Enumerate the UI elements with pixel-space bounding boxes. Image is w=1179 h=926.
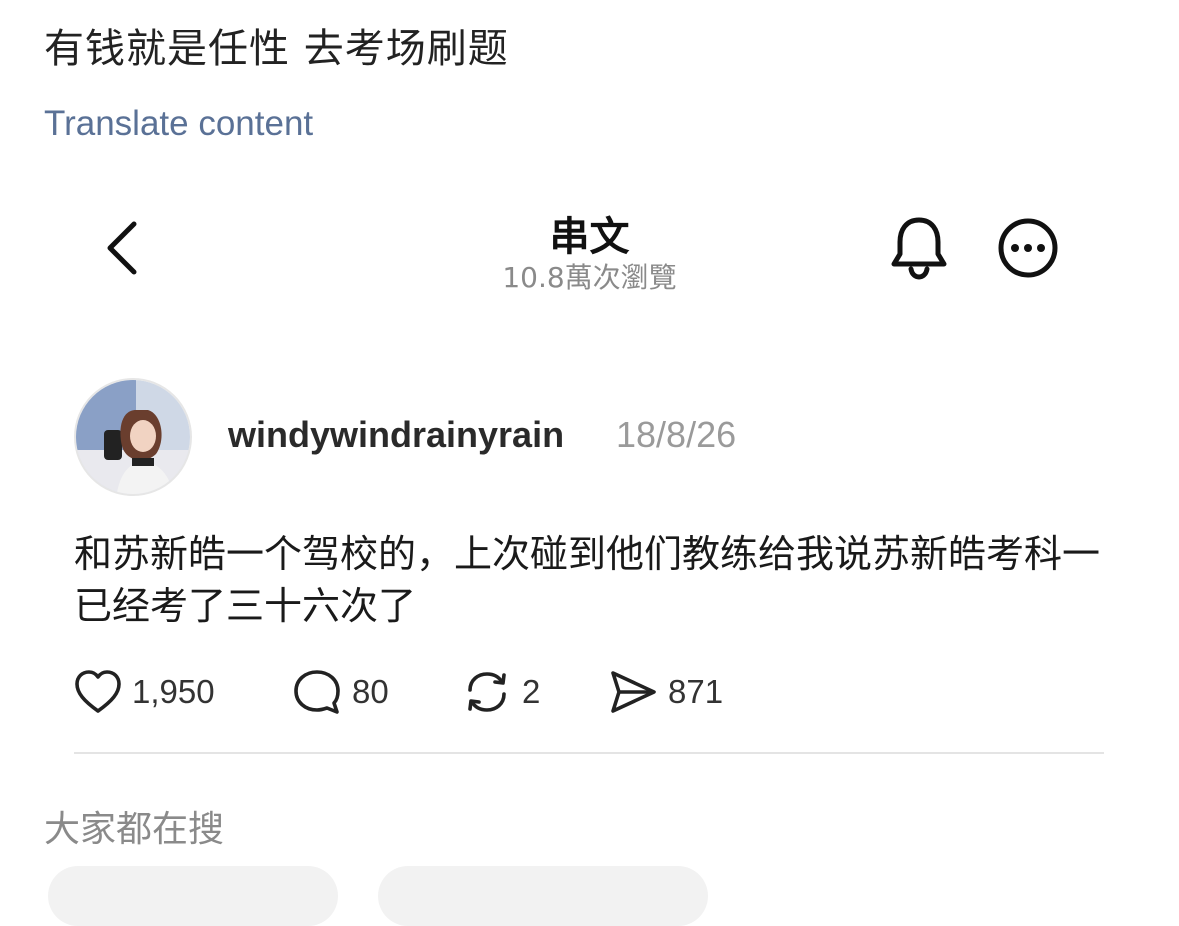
share-button[interactable]: 871 — [608, 664, 723, 720]
comment-icon — [294, 670, 340, 714]
post-username[interactable]: windywindrainyrain — [228, 414, 564, 456]
comment-button[interactable]: 80 — [292, 664, 389, 720]
post-text: 和苏新皓一个驾校的，上次碰到他们教练给我说苏新皓考科一已经考了三十六次了 — [74, 532, 1101, 628]
translate-link[interactable]: Translate content — [44, 104, 313, 144]
bell-button[interactable] — [888, 214, 950, 280]
bell-icon — [891, 217, 947, 280]
like-count: 1,950 — [132, 673, 215, 710]
heart-icon — [75, 670, 121, 713]
search-chip[interactable] — [48, 866, 338, 926]
avatar[interactable] — [74, 378, 192, 496]
section-title: 大家都在搜 — [44, 809, 225, 850]
send-icon — [611, 671, 656, 713]
more-icon — [998, 218, 1058, 278]
more-button[interactable] — [996, 216, 1060, 280]
avatar-image — [76, 380, 190, 494]
repost-button[interactable]: 2 — [462, 664, 540, 720]
search-chip[interactable] — [378, 866, 708, 926]
share-count: 871 — [668, 673, 724, 710]
post-date: 18/8/26 — [616, 414, 737, 455]
like-button[interactable]: 1,950 — [74, 664, 215, 720]
repost-count: 2 — [522, 673, 541, 710]
repost-icon — [468, 672, 506, 712]
page-title: 有钱就是任性 去考场刷题 — [44, 26, 509, 72]
divider — [74, 752, 1104, 754]
comment-count: 80 — [352, 673, 389, 710]
